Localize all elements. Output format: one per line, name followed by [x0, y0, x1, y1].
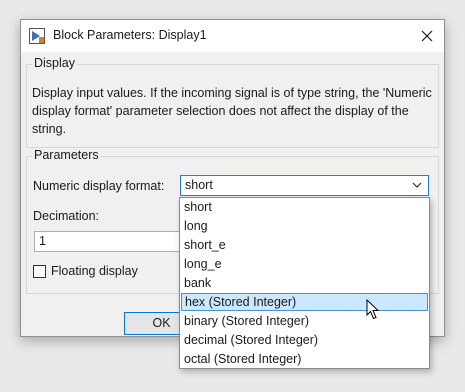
numeric-format-dropdown-list: short long short_e long_e bank hex (Stor… — [179, 197, 430, 369]
decimation-value: 1 — [39, 234, 46, 248]
dropdown-option-long[interactable]: long — [181, 218, 428, 236]
close-icon — [421, 30, 433, 42]
dropdown-option-short-e[interactable]: short_e — [181, 237, 428, 255]
chevron-down-icon — [412, 182, 422, 188]
floating-display-label: Floating display — [51, 264, 138, 278]
dropdown-option-bank[interactable]: bank — [181, 275, 428, 293]
display-group-label: Display — [32, 56, 77, 70]
numeric-format-select[interactable]: short — [180, 175, 429, 196]
simulink-block-icon — [29, 28, 45, 44]
mouse-pointer-icon — [366, 299, 380, 320]
display-description: Display input values. If the incoming si… — [32, 86, 432, 136]
dropdown-option-long-e[interactable]: long_e — [181, 256, 428, 274]
floating-display-checkbox[interactable] — [33, 265, 46, 278]
dropdown-option-decimal[interactable]: decimal (Stored Integer) — [181, 332, 428, 350]
numeric-format-value: short — [185, 178, 213, 192]
title-bar: Block Parameters: Display1 — [21, 20, 444, 52]
dropdown-option-short[interactable]: short — [181, 199, 428, 217]
decimation-label: Decimation: — [33, 209, 99, 223]
window-title: Block Parameters: Display1 — [53, 28, 207, 42]
numeric-format-label: Numeric display format: — [33, 179, 165, 193]
parameters-group-label: Parameters — [32, 148, 101, 162]
dropdown-option-hex[interactable]: hex (Stored Integer) — [181, 293, 428, 311]
close-button[interactable] — [410, 20, 444, 52]
dropdown-option-octal[interactable]: octal (Stored Integer) — [181, 351, 428, 369]
dropdown-option-binary[interactable]: binary (Stored Integer) — [181, 313, 428, 331]
